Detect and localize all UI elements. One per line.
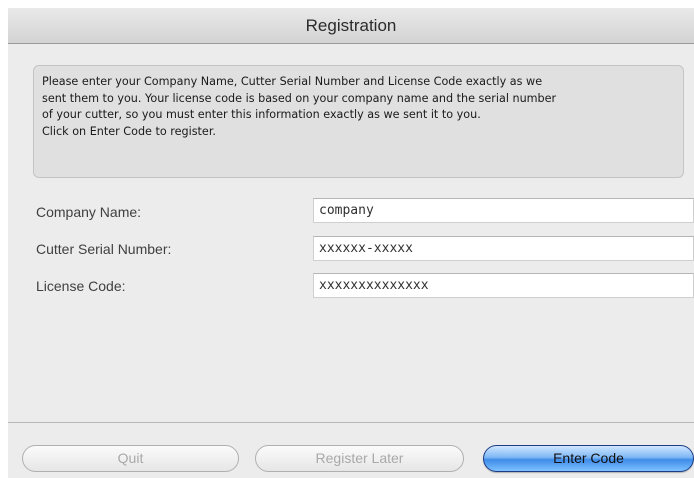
window-title: Registration (305, 16, 397, 35)
company-name-input[interactable] (313, 198, 694, 223)
title-bar[interactable]: Registration (8, 8, 694, 44)
register-later-button[interactable]: Register Later (255, 445, 464, 472)
cutter-serial-number-input[interactable] (313, 236, 694, 261)
quit-button[interactable]: Quit (22, 445, 239, 472)
cutter-serial-number-label: Cutter Serial Number: (36, 241, 172, 257)
license-code-label: License Code: (36, 278, 126, 294)
instructions-text: Please enter your Company Name, Cutter S… (42, 75, 557, 138)
button-divider (8, 422, 694, 423)
license-code-input[interactable] (313, 273, 694, 298)
instructions-box: Please enter your Company Name, Cutter S… (33, 65, 684, 178)
registration-window: Registration Please enter your Company N… (8, 8, 694, 478)
enter-code-button[interactable]: Enter Code (483, 445, 694, 472)
company-name-label: Company Name: (36, 204, 142, 220)
